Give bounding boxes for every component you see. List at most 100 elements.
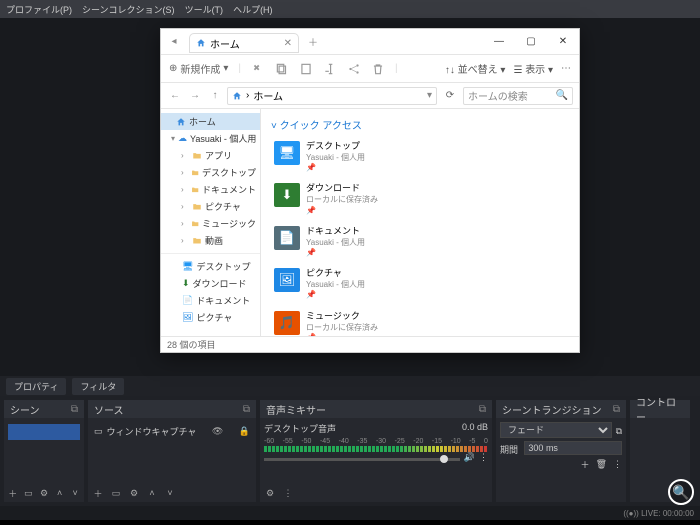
- sources-title: ソース: [94, 402, 124, 417]
- tree-pictures[interactable]: 🖼ピクチャ: [161, 309, 260, 326]
- close-window-button[interactable]: ✕: [547, 29, 579, 55]
- content-pane: ˅ クイック アクセス 🖥デスクトップYasuaki - 個人用📌 ⬇ダウンロード…: [261, 109, 579, 336]
- tree-item[interactable]: ›ドキュメント: [161, 181, 260, 198]
- transition-select[interactable]: フェード: [500, 422, 612, 438]
- minimize-button[interactable]: —: [483, 29, 515, 55]
- titlebar: ◂ ホーム ✕ ＋ — ▢ ✕: [161, 29, 579, 55]
- add-source-button[interactable]: ＋: [92, 487, 104, 500]
- tab-back-icon[interactable]: ◂: [161, 36, 187, 47]
- menu-help[interactable]: ヘルプ(H): [233, 3, 273, 16]
- folder-icon: [191, 219, 199, 229]
- add-scene-button[interactable]: ＋: [8, 487, 18, 500]
- home-icon: [196, 38, 206, 48]
- search-input[interactable]: ホームの検索🔍: [463, 87, 573, 105]
- scene-down-button[interactable]: ˅: [70, 488, 80, 498]
- popout-icon[interactable]: ⧉: [479, 404, 486, 415]
- transition-panel: シーントランジション⧉ フェード⧉ 期間 ＋ 🗑 ⋮: [496, 400, 626, 502]
- remove-scene-button[interactable]: ▭: [24, 488, 34, 499]
- tree-item[interactable]: ›ミュージック: [161, 215, 260, 232]
- lock-icon[interactable]: 🔒: [239, 426, 250, 437]
- popout-icon[interactable]: ⧉: [243, 404, 250, 415]
- magnify-icon[interactable]: 🔍: [668, 479, 694, 505]
- maximize-button[interactable]: ▢: [515, 29, 547, 55]
- source-up-button[interactable]: ˄: [146, 488, 158, 498]
- delete-icon[interactable]: [371, 62, 385, 76]
- tree-home[interactable]: ホーム: [161, 113, 260, 130]
- scene-settings-button[interactable]: ⚙: [39, 488, 49, 499]
- tree-downloads[interactable]: ⬇ダウンロード: [161, 275, 260, 292]
- scene-up-button[interactable]: ˄: [55, 488, 65, 498]
- tree-item[interactable]: ›ピクチャ: [161, 198, 260, 215]
- mixer-settings-button[interactable]: ⚙: [264, 488, 276, 499]
- mixer-db-value: 0.0 dB: [462, 422, 488, 435]
- menu-scene-collection[interactable]: シーンコレクション(S): [82, 3, 175, 16]
- nav-back-icon[interactable]: ←: [167, 90, 183, 101]
- quick-access-folder[interactable]: 🖼ピクチャYasuaki - 個人用📌: [271, 265, 416, 303]
- pictures-icon: 🖼: [182, 312, 193, 323]
- transition-more-button[interactable]: ⋮: [613, 459, 622, 470]
- copy-icon[interactable]: [275, 62, 289, 76]
- new-button[interactable]: ⊕ 新規作成 ▾: [169, 61, 228, 76]
- scenes-panel: シーン⧉ ＋ ▭ ⚙ ˄ ˅: [4, 400, 84, 502]
- desktop-icon: 🖥: [274, 141, 300, 165]
- mixer-more-button[interactable]: ⋮: [282, 488, 294, 499]
- tree-onedrive[interactable]: ▾☁Yasuaki - 個人用: [161, 130, 260, 147]
- quick-access-folder[interactable]: 📄ドキュメントYasuaki - 個人用📌: [271, 223, 416, 261]
- new-tab-button[interactable]: ＋: [303, 34, 323, 49]
- live-indicator: ((●)) LIVE: 00:00:00: [623, 509, 694, 518]
- nav-tree: ホーム ▾☁Yasuaki - 個人用 ›アプリ ›デスクトップ ›ドキュメント…: [161, 109, 261, 336]
- menu-profile[interactable]: プロファイル(P): [6, 3, 72, 16]
- menu-tools[interactable]: ツール(T): [185, 3, 224, 16]
- popout-icon[interactable]: ⧉: [71, 404, 78, 415]
- document-icon: 📄: [182, 295, 193, 306]
- remove-source-button[interactable]: ▭: [110, 488, 122, 499]
- window-capture-icon: ▭: [94, 426, 103, 437]
- mixer-more-icon[interactable]: ⋮: [479, 452, 488, 463]
- tree-item[interactable]: ›デスクトップ: [161, 164, 260, 181]
- quick-access-folder[interactable]: 🎵ミュージックローカルに保存済み📌: [271, 308, 416, 336]
- popout-icon[interactable]: ⧉: [613, 404, 620, 415]
- address-bar-row: ← → ↑ › ホーム ▾ ⟳ ホームの検索🔍: [161, 83, 579, 109]
- paste-icon[interactable]: [299, 62, 313, 76]
- nav-forward-icon[interactable]: →: [187, 90, 203, 101]
- quick-access-folder[interactable]: ⬇ダウンロードローカルに保存済み📌: [271, 180, 416, 218]
- rename-icon[interactable]: [323, 62, 337, 76]
- crumb-label: ホーム: [253, 88, 283, 103]
- folder-icon: [192, 236, 202, 246]
- cut-icon[interactable]: [251, 62, 265, 76]
- properties-button[interactable]: プロパティ: [6, 378, 66, 395]
- source-settings-button[interactable]: ⚙: [128, 488, 140, 499]
- more-button[interactable]: ⋯: [561, 63, 571, 74]
- explorer-tab[interactable]: ホーム ✕: [189, 33, 299, 53]
- sort-button[interactable]: ↑↓ 並べ替え ▾: [445, 61, 506, 76]
- tree-documents[interactable]: 📄ドキュメント: [161, 292, 260, 309]
- tree-desktop[interactable]: 🖥デスクトップ: [161, 258, 260, 275]
- transition-title: シーントランジション: [502, 402, 602, 417]
- volume-slider[interactable]: [264, 458, 460, 461]
- transition-settings-icon[interactable]: ⧉: [616, 426, 622, 437]
- quick-access-folder[interactable]: 🖥デスクトップYasuaki - 個人用📌: [271, 138, 416, 176]
- source-item[interactable]: ▭ ウィンドウキャプチャ 👁 🔒: [92, 422, 252, 441]
- refresh-icon[interactable]: ⟳: [441, 90, 459, 101]
- source-down-button[interactable]: ˅: [164, 488, 176, 498]
- breadcrumb[interactable]: › ホーム ▾: [227, 87, 437, 105]
- speaker-icon[interactable]: 🔊: [464, 452, 475, 463]
- home-icon: [176, 117, 186, 127]
- remove-transition-button[interactable]: 🗑: [596, 459, 607, 470]
- visibility-icon[interactable]: 👁: [212, 426, 223, 437]
- tree-item[interactable]: ›アプリ: [161, 147, 260, 164]
- nav-up-icon[interactable]: ↑: [207, 90, 223, 101]
- docks: シーン⧉ ＋ ▭ ⚙ ˄ ˅ ソース ⧉ ▭ ウィンドウキャプチャ 👁 🔒 ＋ ▭…: [0, 396, 700, 506]
- source-properties-row: プロパティ フィルタ: [0, 376, 700, 396]
- share-icon[interactable]: [347, 62, 361, 76]
- tab-label: ホーム: [210, 36, 240, 51]
- close-tab-icon[interactable]: ✕: [284, 38, 292, 49]
- folder-icon: [192, 151, 202, 161]
- duration-input[interactable]: [524, 441, 622, 455]
- tree-item[interactable]: ›動画: [161, 232, 260, 249]
- filters-button[interactable]: フィルタ: [72, 378, 124, 395]
- section-quick-access[interactable]: ˅ クイック アクセス: [271, 117, 569, 132]
- scene-item[interactable]: [8, 424, 80, 440]
- view-button[interactable]: ☰ 表示 ▾: [513, 61, 553, 76]
- add-transition-button[interactable]: ＋: [581, 458, 590, 471]
